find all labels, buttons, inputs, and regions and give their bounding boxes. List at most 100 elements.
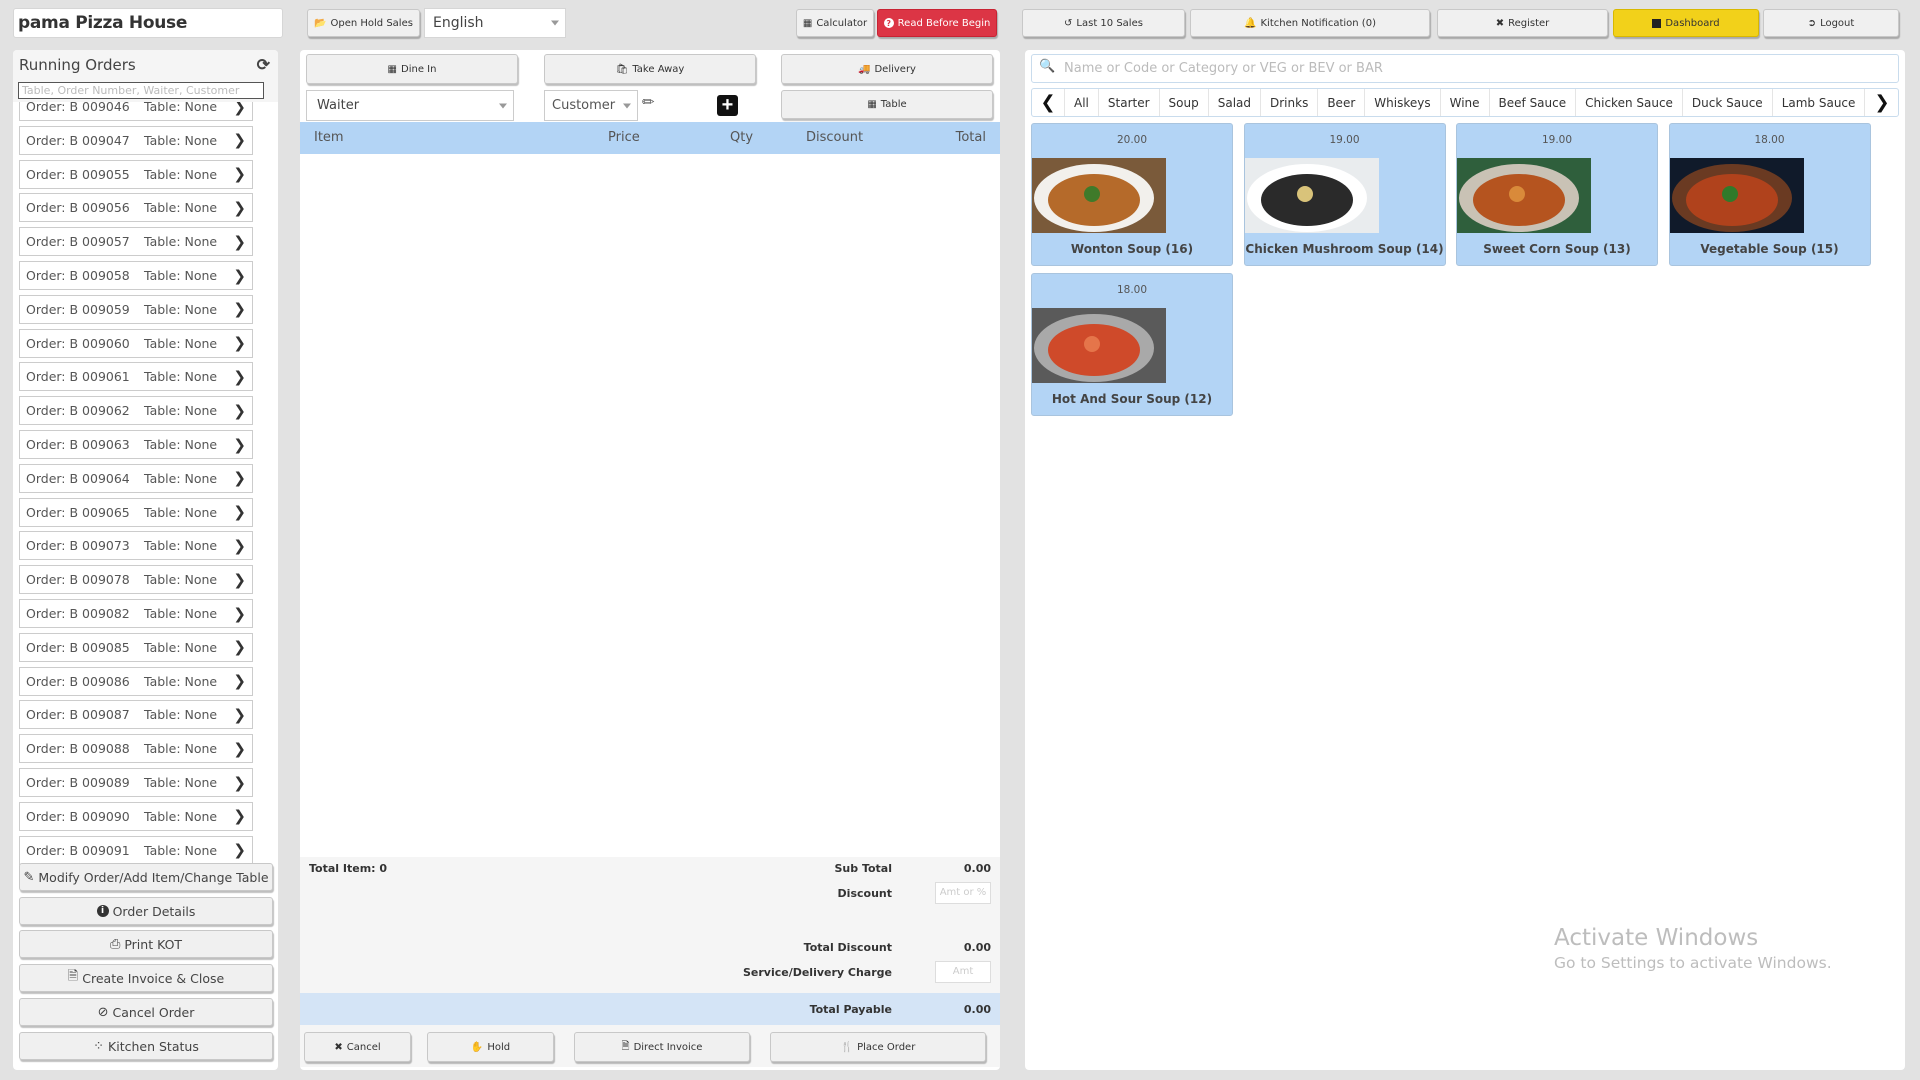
order-number: Order: B 009087 xyxy=(26,707,130,723)
running-order-item[interactable]: Order: B 009060 Table: None ❯ xyxy=(19,328,253,358)
menu-item-card[interactable]: 19.00 Chicken Mushroom Soup (14) xyxy=(1243,123,1446,266)
running-order-item[interactable]: Order: B 009088 Table: None ❯ xyxy=(19,734,253,764)
order-table: Table: None xyxy=(144,301,218,317)
cancel-order-button[interactable]: ⊘ Cancel Order xyxy=(19,998,273,1026)
running-order-item[interactable]: Order: B 009057 Table: None ❯ xyxy=(19,227,253,257)
dashboard-button[interactable]: Dashboard xyxy=(1613,9,1759,37)
running-order-item[interactable]: Order: B 009078 Table: None ❯ xyxy=(19,565,253,595)
dine-in-label: Dine In xyxy=(401,63,437,75)
category-tab[interactable]: Drinks xyxy=(1260,89,1317,116)
running-order-item[interactable]: Order: B 009056 Table: None ❯ xyxy=(19,193,253,223)
place-order-button[interactable]: 🍴 Place Order xyxy=(770,1032,986,1062)
running-order-item[interactable]: Order: B 009086 Table: None ❯ xyxy=(19,666,253,696)
running-order-item[interactable]: Order: B 009089 Table: None ❯ xyxy=(19,768,253,797)
close-icon: ✖ xyxy=(1495,17,1505,29)
category-tab[interactable]: Duck Sauce xyxy=(1681,89,1772,116)
service-charge-input[interactable]: Amt xyxy=(935,961,991,983)
category-tab[interactable]: Wine xyxy=(1439,89,1489,116)
hold-button[interactable]: ✋ Hold xyxy=(427,1032,554,1062)
chevron-right-icon: ❯ xyxy=(233,773,246,792)
running-order-item[interactable]: Order: B 009055 Table: None ❯ xyxy=(19,159,253,189)
running-order-item[interactable]: Order: B 009059 Table: None ❯ xyxy=(19,294,253,324)
running-order-item[interactable]: Order: B 009082 Table: None ❯ xyxy=(19,599,253,628)
order-number: Order: B 009073 xyxy=(26,538,130,554)
create-invoice-close-button[interactable]: 🗎 Create Invoice & Close xyxy=(19,964,273,992)
logout-label: Logout xyxy=(1820,17,1855,29)
open-hold-sales-button[interactable]: 📂 Open Hold Sales xyxy=(307,9,420,37)
calculator-icon: ▦ xyxy=(802,17,813,29)
running-order-item[interactable]: Order: B 009090 Table: None ❯ xyxy=(19,801,253,831)
food-image xyxy=(1669,158,1804,233)
table-button[interactable]: ▦ Table xyxy=(781,90,993,119)
orders-list[interactable]: Order: B 009046 Table: None ❯ Order: B 0090… xyxy=(18,102,268,910)
modify-order-button[interactable]: ✎ Modify Order/Add Item/Change Table xyxy=(19,863,273,891)
running-order-item[interactable]: Order: B 009087 Table: None ❯ xyxy=(19,700,253,730)
category-tab[interactable]: Lamb Sauce xyxy=(1771,89,1865,116)
direct-invoice-button[interactable]: 🗎 Direct Invoice xyxy=(574,1032,750,1062)
order-search-input[interactable]: Table, Order Number, Waiter, Customer xyxy=(18,82,264,99)
take-away-button[interactable]: 🛍 Take Away xyxy=(544,54,756,84)
running-order-item[interactable]: Order: B 009046 Table: None ❯ xyxy=(19,102,253,121)
delivery-button[interactable]: 🚚 Delivery xyxy=(781,54,993,84)
running-order-item[interactable]: Order: B 009091 Table: None ❯ xyxy=(19,835,253,865)
print-kot-label: Print KOT xyxy=(124,936,183,952)
category-tab[interactable]: Chicken Sauce xyxy=(1575,89,1682,116)
running-order-item[interactable]: Order: B 009047 Table: None ❯ xyxy=(19,125,253,155)
cancel-button[interactable]: ✖ Cancel xyxy=(304,1032,411,1062)
running-order-item[interactable]: Order: B 009063 Table: None ❯ xyxy=(19,430,253,459)
running-order-item[interactable]: Order: B 009085 Table: None ❯ xyxy=(19,632,253,662)
order-table: Table: None xyxy=(144,132,218,148)
direct-invoice-label: Direct Invoice xyxy=(633,1041,703,1053)
order-table: Table: None xyxy=(144,166,218,182)
calculator-button[interactable]: ▦ Calculator xyxy=(796,9,874,37)
category-tab[interactable]: All xyxy=(1064,89,1098,116)
order-details-button[interactable]: i Order Details xyxy=(19,897,273,925)
running-orders-panel: Running Orders ⟳ Table, Order Number, Wa… xyxy=(13,50,278,1070)
menu-item-card[interactable]: 18.00 Hot And Sour Soup (12) xyxy=(1031,273,1233,416)
menu-item-card[interactable]: 19.00 Sweet Corn Soup (13) xyxy=(1456,123,1658,266)
running-order-item[interactable]: Order: B 009073 Table: None ❯ xyxy=(19,531,253,561)
dine-in-button[interactable]: ▦ Dine In xyxy=(306,54,518,84)
running-order-item[interactable]: Order: B 009064 Table: None ❯ xyxy=(19,463,253,493)
language-select[interactable]: English xyxy=(424,8,566,38)
logout-button[interactable]: ➲ Logout xyxy=(1763,9,1899,37)
order-table: Table: None xyxy=(144,234,218,250)
chevron-left-icon[interactable]: ❮ xyxy=(1032,92,1064,113)
running-order-item[interactable]: Order: B 009058 Table: None ❯ xyxy=(19,261,253,290)
running-order-item[interactable]: Order: B 009061 Table: None ❯ xyxy=(19,362,253,392)
menu-item-card[interactable]: 18.00 Vegetable Soup (15) xyxy=(1668,123,1871,266)
chevron-right-icon[interactable]: ❯ xyxy=(1866,92,1898,113)
category-tab[interactable]: Starter xyxy=(1097,89,1159,116)
register-button[interactable]: ✖ Register xyxy=(1437,9,1608,37)
menu-item-price: 18.00 xyxy=(1754,134,1785,146)
category-tab[interactable]: Soup xyxy=(1158,89,1208,116)
order-number: Order: B 009059 xyxy=(26,301,130,317)
kitchen-notification-button[interactable]: 🔔 Kitchen Notification (0) xyxy=(1190,9,1430,37)
food-image xyxy=(1244,158,1379,233)
kitchen-status-button[interactable]: ⁘ Kitchen Status xyxy=(19,1032,273,1060)
category-tab[interactable]: Whiskeys xyxy=(1364,89,1439,116)
last-10-sales-button[interactable]: ↺ Last 10 Sales xyxy=(1022,9,1185,37)
order-number: Order: B 009085 xyxy=(26,639,130,655)
food-image xyxy=(1032,308,1166,383)
print-kot-button[interactable]: ⎙ Print KOT xyxy=(19,930,273,958)
read-before-begin-button[interactable]: ? Read Before Begin xyxy=(877,9,997,37)
store-name-field[interactable]: pama Pizza House xyxy=(13,8,283,38)
category-tab[interactable]: Salad xyxy=(1207,89,1260,116)
category-tab[interactable]: Beef Sauce xyxy=(1488,89,1576,116)
cancel-order-label: Cancel Order xyxy=(112,1004,195,1020)
running-order-item[interactable]: Order: B 009065 Table: None ❯ xyxy=(19,497,253,527)
discount-input[interactable]: Amt or % xyxy=(935,882,991,904)
refresh-icon[interactable]: ⟳ xyxy=(257,55,270,75)
running-order-item[interactable]: Order: B 009062 Table: None ❯ xyxy=(19,396,253,426)
register-label: Register xyxy=(1508,17,1550,29)
add-customer-button[interactable]: + xyxy=(717,95,738,116)
menu-item-card[interactable]: 20.00 Wonton Soup (16) xyxy=(1031,123,1233,266)
pencil-icon[interactable]: ✏ xyxy=(642,93,655,111)
customer-select[interactable]: Customer xyxy=(544,90,638,121)
item-search-input[interactable]: Name or Code or Category or VEG or BEV o… xyxy=(1031,54,1899,83)
waiter-select[interactable]: Waiter xyxy=(306,90,514,121)
chevron-right-icon: ❯ xyxy=(233,131,246,150)
category-tab[interactable]: Beer xyxy=(1317,89,1364,116)
edit-icon: ✎ xyxy=(23,869,35,885)
